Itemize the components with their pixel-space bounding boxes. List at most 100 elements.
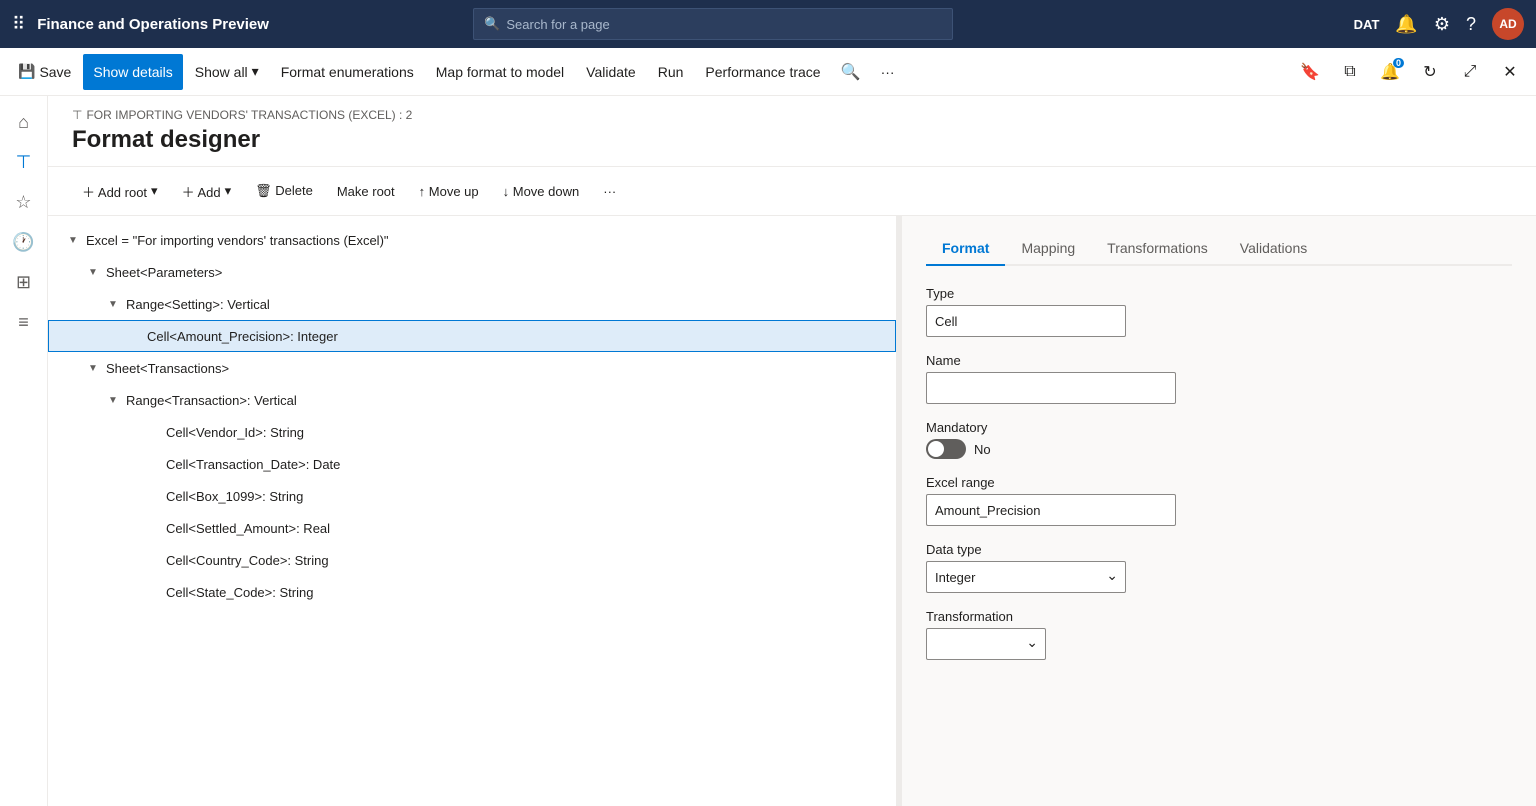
content-area: ⊤ FOR IMPORTING VENDORS' TRANSACTIONS (E… (48, 96, 1536, 806)
run-button[interactable]: Run (648, 54, 694, 90)
chevron-icon: ▼ (108, 395, 122, 406)
mandatory-toggle-label: No (974, 442, 991, 457)
tree-item-sheet-transactions[interactable]: ▼ Sheet<Transactions> (48, 352, 896, 384)
chevron-icon: ▼ (108, 299, 122, 310)
add-root-button[interactable]: ＋ Add root ▾ (72, 175, 168, 207)
excel-range-field-group: Excel range (926, 475, 1512, 526)
tree-item-cell-state-code[interactable]: Cell<State_Code>: String (48, 576, 896, 608)
transformation-select[interactable] (926, 628, 1046, 660)
search-placeholder: Search for a page (506, 17, 609, 32)
tab-format[interactable]: Format (926, 232, 1005, 266)
sidebar-item-favorites[interactable]: ☆ (6, 184, 42, 220)
make-root-button[interactable]: Make root (327, 175, 405, 207)
tree-item-cell-amount-precision[interactable]: Cell<Amount_Precision>: Integer (48, 320, 896, 352)
delete-button[interactable]: 🗑 Delete (245, 175, 323, 207)
sidebar-item-recent[interactable]: 🕐 (6, 224, 42, 260)
tree-item-range-transaction[interactable]: ▼ Range<Transaction>: Vertical (48, 384, 896, 416)
bell-icon[interactable]: 🔔 (1395, 14, 1417, 35)
show-all-button[interactable]: Show all ▾ (185, 54, 269, 90)
map-format-to-model-button[interactable]: Map format to model (426, 54, 574, 90)
breadcrumb-filter-icon: ⊤ (72, 108, 82, 122)
main-layout: ⌂ ⊤ ☆ 🕐 ⊞ ≡ ⊤ FOR IMPORTING VENDORS' TRA… (0, 96, 1536, 806)
tree-label-excel: Excel = "For importing vendors' transact… (86, 233, 389, 248)
name-input[interactable] (926, 372, 1176, 404)
close-icon[interactable]: ✕ (1492, 54, 1528, 90)
tree-label-cell-vendor-id: Cell<Vendor_Id>: String (166, 425, 304, 440)
chevron-icon: ▼ (88, 363, 102, 374)
tree-label-range-transaction: Range<Transaction>: Vertical (126, 393, 297, 408)
toolbar-more-button[interactable]: ··· (593, 175, 626, 207)
help-icon[interactable]: ? (1466, 14, 1476, 35)
notif-icon[interactable]: 🔔 0 (1372, 54, 1408, 90)
tree-item-cell-country-code[interactable]: Cell<Country_Code>: String (48, 544, 896, 576)
data-type-label: Data type (926, 542, 1512, 557)
tree-item-sheet-params[interactable]: ▼ Sheet<Parameters> (48, 256, 896, 288)
name-label: Name (926, 353, 1512, 368)
tab-validations[interactable]: Validations (1224, 232, 1323, 266)
tab-mapping[interactable]: Mapping (1005, 232, 1091, 266)
bookmark-icon[interactable]: 🔖 (1292, 54, 1328, 90)
transformation-label: Transformation (926, 609, 1512, 624)
tree-item-cell-settled-amount[interactable]: Cell<Settled_Amount>: Real (48, 512, 896, 544)
data-type-select[interactable]: Integer String Real Date Boolean (926, 561, 1126, 593)
format-enumerations-button[interactable]: Format enumerations (271, 54, 424, 90)
save-icon: 💾 (18, 63, 35, 80)
move-up-button[interactable]: ↑ Move up (409, 175, 489, 207)
performance-trace-button[interactable]: Performance trace (695, 54, 830, 90)
search-button[interactable]: 🔍 (833, 54, 869, 90)
tree-item-cell-vendor-id[interactable]: Cell<Vendor_Id>: String (48, 416, 896, 448)
sidebar-item-home[interactable]: ⌂ (6, 104, 42, 140)
mandatory-toggle[interactable] (926, 439, 966, 459)
cmd-right-icons: 🔖 ⧉ 🔔 0 ↻ ⤢ ✕ (1292, 54, 1528, 90)
chevron-icon: ▼ (88, 267, 102, 278)
avatar[interactable]: AD (1492, 8, 1524, 40)
sidebar-item-workspaces[interactable]: ⊞ (6, 264, 42, 300)
data-type-select-wrapper: Integer String Real Date Boolean (926, 561, 1126, 593)
more-button[interactable]: ··· (871, 54, 905, 90)
sidebar-item-filter[interactable]: ⊤ (6, 144, 42, 180)
mandatory-field-group: Mandatory No (926, 420, 1512, 459)
left-sidebar: ⌂ ⊤ ☆ 🕐 ⊞ ≡ (0, 96, 48, 806)
tree-label-cell-amount-precision: Cell<Amount_Precision>: Integer (147, 329, 338, 344)
environment-label: DAT (1354, 17, 1380, 32)
chevron-down-icon: ▾ (252, 63, 259, 80)
tree-label-cell-box-1099: Cell<Box_1099>: String (166, 489, 303, 504)
mandatory-label: Mandatory (926, 420, 1512, 435)
excel-range-input[interactable] (926, 494, 1176, 526)
tree-item-cell-box-1099[interactable]: Cell<Box_1099>: String (48, 480, 896, 512)
type-label: Type (926, 286, 1512, 301)
tree-item-range-setting[interactable]: ▼ Range<Setting>: Vertical (48, 288, 896, 320)
move-down-button[interactable]: ↓ Move down (493, 175, 590, 207)
save-button[interactable]: 💾 Save (8, 54, 81, 90)
name-field-group: Name (926, 353, 1512, 404)
breadcrumb-text: FOR IMPORTING VENDORS' TRANSACTIONS (EXC… (86, 108, 412, 122)
grid-icon[interactable]: ⠿ (12, 14, 25, 35)
tree-label-cell-country-code: Cell<Country_Code>: String (166, 553, 329, 568)
right-panel: Format Mapping Transformations Validatio… (902, 216, 1536, 806)
sidebar-item-list[interactable]: ≡ (6, 304, 42, 340)
tree-label-cell-settled-amount: Cell<Settled_Amount>: Real (166, 521, 330, 536)
tree-label-cell-transaction-date: Cell<Transaction_Date>: Date (166, 457, 340, 472)
tree-label-range-setting: Range<Setting>: Vertical (126, 297, 270, 312)
settings-icon[interactable]: ⚙ (1434, 14, 1450, 35)
breadcrumb: ⊤ FOR IMPORTING VENDORS' TRANSACTIONS (E… (72, 108, 1512, 122)
tree-item-excel[interactable]: ▼ Excel = "For importing vendors' transa… (48, 224, 896, 256)
refresh-icon[interactable]: ↻ (1412, 54, 1448, 90)
add-button[interactable]: ＋ Add ▾ (172, 175, 242, 207)
chevron-icon: ▼ (68, 235, 82, 246)
popout-icon[interactable]: ⤢ (1452, 54, 1488, 90)
add-chevron-icon: ▾ (225, 183, 232, 199)
tree-label-sheet-params: Sheet<Parameters> (106, 265, 222, 280)
type-input[interactable] (926, 305, 1126, 337)
page-header: ⊤ FOR IMPORTING VENDORS' TRANSACTIONS (E… (48, 96, 1536, 167)
transformation-select-wrapper (926, 628, 1046, 660)
show-details-button[interactable]: Show details (83, 54, 182, 90)
tree-item-cell-transaction-date[interactable]: Cell<Transaction_Date>: Date (48, 448, 896, 480)
command-bar: 💾 Save Show details Show all ▾ Format en… (0, 48, 1536, 96)
search-bar[interactable]: 🔍 Search for a page (473, 8, 953, 40)
validate-button[interactable]: Validate (576, 54, 646, 90)
tab-transformations[interactable]: Transformations (1091, 232, 1224, 266)
type-field-group: Type (926, 286, 1512, 337)
copy-icon[interactable]: ⧉ (1332, 54, 1368, 90)
tree-label-cell-state-code: Cell<State_Code>: String (166, 585, 313, 600)
